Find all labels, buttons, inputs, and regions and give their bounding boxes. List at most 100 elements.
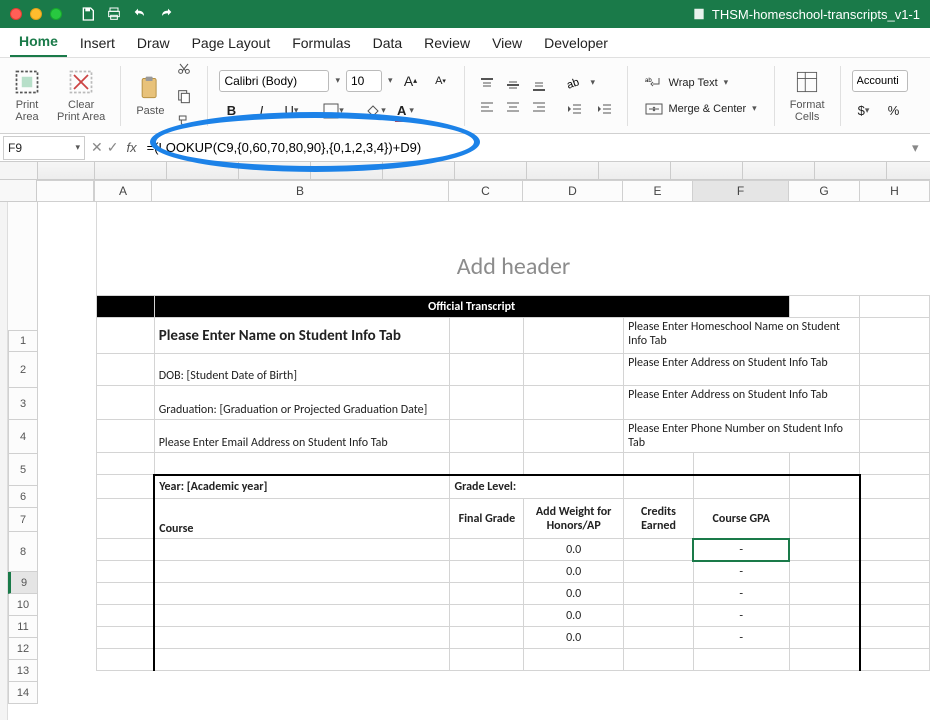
- cell-d6[interactable]: [524, 453, 624, 475]
- cut-button[interactable]: [172, 59, 196, 81]
- format-painter-button[interactable]: [172, 111, 196, 133]
- minimize-window-button[interactable]: [30, 8, 42, 20]
- row-header-3[interactable]: 3: [8, 388, 38, 420]
- font-name-input[interactable]: [219, 70, 329, 92]
- cell-f6[interactable]: [693, 453, 789, 475]
- cell-a7[interactable]: [97, 475, 155, 499]
- cell-c10[interactable]: [450, 561, 524, 583]
- cell-f12[interactable]: -: [693, 605, 789, 627]
- save-icon[interactable]: [80, 6, 96, 22]
- cell-h-weight[interactable]: Add Weight for Honors/AP: [524, 499, 624, 539]
- close-window-button[interactable]: [10, 8, 22, 20]
- bold-button[interactable]: B: [219, 100, 243, 122]
- cell-c2[interactable]: [450, 318, 524, 354]
- cell-a14[interactable]: [97, 649, 155, 671]
- cell-g6[interactable]: [789, 453, 860, 475]
- cell-d11[interactable]: 0.0: [524, 583, 624, 605]
- fill-color-button[interactable]: ▾: [363, 100, 387, 122]
- row-header-7[interactable]: 7: [8, 508, 38, 532]
- row-header-8[interactable]: 8: [8, 532, 38, 572]
- decrease-indent-icon[interactable]: [562, 98, 586, 120]
- cell-e10[interactable]: [624, 561, 694, 583]
- cell-c9[interactable]: [450, 539, 524, 561]
- align-bottom-icon[interactable]: [528, 75, 550, 95]
- align-middle-icon[interactable]: [502, 75, 524, 95]
- cell-g14[interactable]: [789, 649, 860, 671]
- cell-c3[interactable]: [450, 354, 524, 386]
- font-color-button[interactable]: A▾: [393, 100, 417, 122]
- row-header-6[interactable]: 6: [8, 486, 38, 508]
- cell-d13[interactable]: 0.0: [524, 627, 624, 649]
- cell-year[interactable]: Year: [Academic year]: [154, 475, 450, 499]
- cell-d5[interactable]: [524, 420, 624, 453]
- cell-e7[interactable]: [624, 475, 694, 499]
- maximize-window-button[interactable]: [50, 8, 62, 20]
- cell-c12[interactable]: [450, 605, 524, 627]
- cell-h11[interactable]: [860, 583, 930, 605]
- tab-review[interactable]: Review: [415, 29, 479, 57]
- enter-formula-icon[interactable]: ✓: [107, 139, 119, 156]
- currency-button[interactable]: $ ▾: [852, 100, 876, 122]
- cell-h3[interactable]: [860, 354, 930, 386]
- align-right-icon[interactable]: [528, 97, 550, 117]
- merge-center-button[interactable]: Merge & Center▾: [639, 100, 763, 118]
- column-header-b[interactable]: B: [152, 180, 449, 202]
- cell-e14[interactable]: [624, 649, 694, 671]
- tab-home[interactable]: Home: [10, 27, 67, 57]
- row-header-12[interactable]: 12: [8, 638, 38, 660]
- column-header-c[interactable]: C: [449, 180, 523, 202]
- cell-h7[interactable]: [860, 475, 930, 499]
- cell-c13[interactable]: [450, 627, 524, 649]
- cell-addr2[interactable]: Please Enter Address on Student Info Tab: [624, 386, 860, 420]
- horizontal-ruler[interactable]: [38, 162, 930, 180]
- select-all-corner[interactable]: [0, 180, 37, 202]
- cell-h5[interactable]: [860, 420, 930, 453]
- cell-d3[interactable]: [524, 354, 624, 386]
- cell-d4[interactable]: [524, 386, 624, 420]
- cell-h10[interactable]: [860, 561, 930, 583]
- underline-button[interactable]: U ▾: [279, 100, 303, 122]
- cell-h9[interactable]: [860, 539, 930, 561]
- row-header-10[interactable]: 10: [8, 594, 38, 616]
- name-box[interactable]: F9▾: [3, 136, 85, 160]
- column-header-a[interactable]: A: [94, 180, 152, 202]
- column-header-f[interactable]: F: [693, 180, 789, 202]
- cell-d2[interactable]: [524, 318, 624, 354]
- cell-b9[interactable]: [154, 539, 450, 561]
- cell-g10[interactable]: [789, 561, 860, 583]
- column-header-e[interactable]: E: [623, 180, 693, 202]
- cell-g13[interactable]: [789, 627, 860, 649]
- increase-indent-icon[interactable]: [592, 98, 616, 120]
- italic-button[interactable]: I: [249, 100, 273, 122]
- paste-button[interactable]: Paste: [132, 72, 168, 119]
- cell-g8[interactable]: [789, 499, 860, 539]
- cell-g9[interactable]: [789, 539, 860, 561]
- undo-icon[interactable]: [132, 6, 148, 22]
- cell-g7[interactable]: [789, 475, 860, 499]
- cell-phone[interactable]: Please Enter Phone Number on Student Inf…: [624, 420, 860, 453]
- cell-h8[interactable]: [860, 499, 930, 539]
- cell-d12[interactable]: 0.0: [524, 605, 624, 627]
- cell-c11[interactable]: [450, 583, 524, 605]
- cell-d14[interactable]: [524, 649, 624, 671]
- column-header-h[interactable]: H: [860, 180, 930, 202]
- print-icon[interactable]: [106, 6, 122, 22]
- cell-f7[interactable]: [693, 475, 789, 499]
- row-header-14[interactable]: 14: [8, 682, 38, 704]
- cell-d9[interactable]: 0.0: [524, 539, 624, 561]
- cell-f11[interactable]: -: [693, 583, 789, 605]
- row-header-5[interactable]: 5: [8, 454, 38, 486]
- cell-b13[interactable]: [154, 627, 450, 649]
- cell-e11[interactable]: [624, 583, 694, 605]
- cell-a8[interactable]: [97, 499, 155, 539]
- cell-c4[interactable]: [450, 386, 524, 420]
- cell-e13[interactable]: [624, 627, 694, 649]
- cell-g11[interactable]: [789, 583, 860, 605]
- cell-a4[interactable]: [97, 386, 155, 420]
- cell-name-prompt[interactable]: Please Enter Name on Student Info Tab: [154, 318, 450, 354]
- cell-d10[interactable]: 0.0: [524, 561, 624, 583]
- cell-h6[interactable]: [860, 453, 930, 475]
- cell-a1[interactable]: [97, 296, 155, 318]
- wrap-text-button[interactable]: ab Wrap Text▾: [639, 74, 735, 92]
- cell-title[interactable]: Official Transcript: [154, 296, 789, 318]
